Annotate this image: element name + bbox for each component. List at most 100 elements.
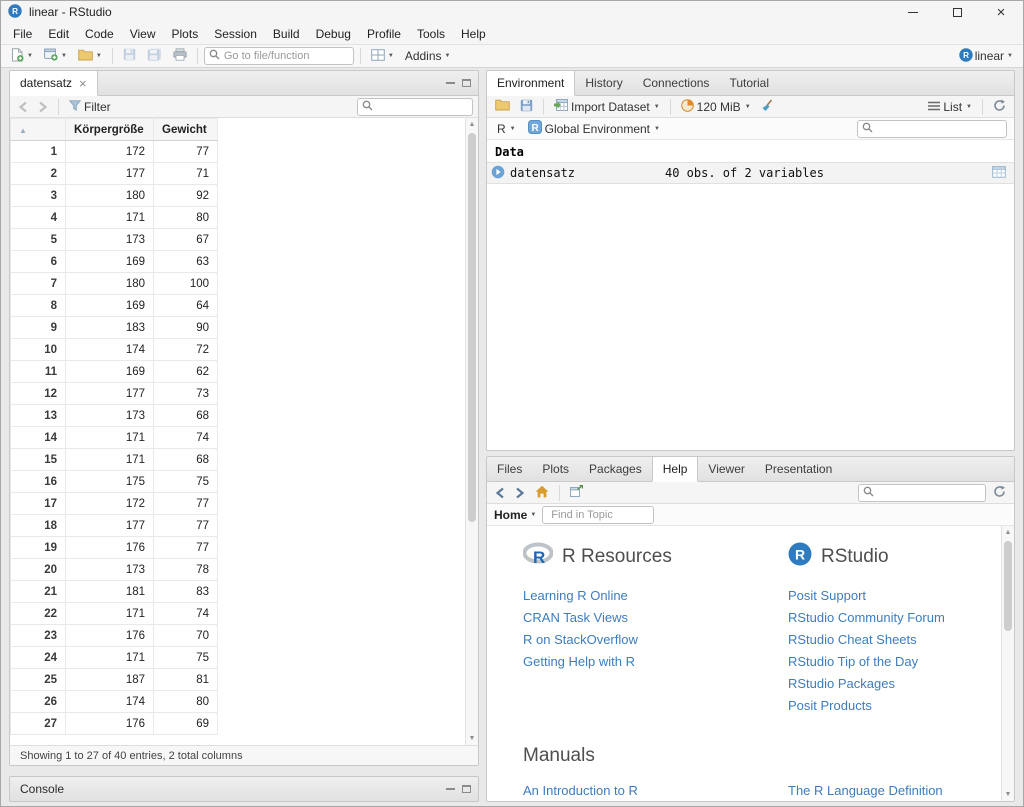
console-header[interactable]: Console — [10, 777, 478, 801]
menu-tools[interactable]: Tools — [409, 25, 453, 43]
new-project-button[interactable]: ▼ — [40, 46, 71, 66]
tab-datensatz[interactable]: datensatz × — [10, 71, 98, 96]
print-button[interactable] — [169, 46, 191, 66]
help-search-input[interactable] — [877, 485, 985, 501]
help-home-selector[interactable]: Home ▼ — [494, 508, 536, 522]
help-link-r-on-stackoverflow[interactable]: R on StackOverflow — [523, 632, 788, 647]
language-selector[interactable]: R ▼ — [494, 121, 519, 137]
help-link-rstudio-cheat-sheets[interactable]: RStudio Cheat Sheets — [788, 632, 984, 647]
help-link-the-r-language-definition[interactable]: The R Language Definition — [788, 783, 984, 798]
project-menu-button[interactable]: R linear ▼ — [955, 46, 1017, 67]
environment-search-input[interactable] — [876, 121, 1006, 137]
menu-edit[interactable]: Edit — [40, 25, 77, 43]
minimize-button[interactable] — [891, 1, 935, 23]
cell-value: 171 — [66, 427, 154, 449]
view-data-icon[interactable] — [992, 166, 1006, 181]
tab-tutorial[interactable]: Tutorial — [719, 71, 779, 95]
scroll-down-icon[interactable]: ▼ — [466, 732, 478, 745]
environment-scope-selector[interactable]: R Global Environment ▼ — [525, 119, 663, 138]
menu-build[interactable]: Build — [265, 25, 308, 43]
expand-object-icon[interactable] — [491, 165, 505, 182]
tab-connections[interactable]: Connections — [633, 71, 720, 95]
refresh-button[interactable] — [990, 484, 1009, 502]
memory-usage-button[interactable]: 120 MiB ▼ — [678, 98, 754, 116]
tab-help[interactable]: Help — [652, 457, 699, 482]
help-link-learning-r-online[interactable]: Learning R Online — [523, 588, 788, 603]
load-workspace-button[interactable] — [492, 98, 513, 115]
find-in-topic-input[interactable] — [547, 507, 653, 523]
save-all-button[interactable] — [143, 46, 166, 66]
maximize-button[interactable] — [935, 1, 979, 23]
cell-value: 80 — [154, 691, 218, 713]
help-link-rstudio-community-forum[interactable]: RStudio Community Forum — [788, 610, 984, 625]
cell-value: 63 — [154, 251, 218, 273]
save-workspace-button[interactable] — [517, 98, 536, 116]
tab-packages[interactable]: Packages — [579, 457, 652, 481]
open-new-window-button[interactable] — [567, 484, 586, 501]
back-button[interactable] — [15, 100, 31, 114]
menu-plots[interactable]: Plots — [164, 25, 207, 43]
tab-presentation[interactable]: Presentation — [755, 457, 842, 481]
tab-history[interactable]: History — [575, 71, 632, 95]
tab-files[interactable]: Files — [487, 457, 532, 481]
list-view-button[interactable]: List ▼ — [925, 99, 975, 115]
minimize-pane-icon[interactable] — [446, 82, 455, 84]
row-number-header[interactable]: ▲ — [11, 119, 66, 141]
addins-button[interactable]: Addins ▼ — [401, 47, 455, 65]
scroll-up-icon[interactable]: ▲ — [466, 118, 478, 131]
pane-layout-button[interactable]: ▼ — [367, 47, 398, 66]
cell-value: 172 — [66, 141, 154, 163]
tab-plots[interactable]: Plots — [532, 457, 579, 481]
open-file-button[interactable]: ▼ — [74, 47, 106, 66]
new-file-button[interactable]: ▼ — [7, 46, 37, 67]
rstudio-links: Posit Support RStudio Community Forum RStu… — [788, 588, 984, 713]
cell-value: 176 — [66, 625, 154, 647]
help-link-cran-task-views[interactable]: CRAN Task Views — [523, 610, 788, 625]
save-button[interactable] — [119, 46, 140, 66]
home-button[interactable] — [532, 484, 552, 502]
clear-objects-button[interactable] — [758, 98, 777, 116]
menu-file[interactable]: File — [5, 25, 40, 43]
refresh-button[interactable] — [990, 98, 1009, 116]
caret-down-icon: ▼ — [61, 53, 67, 59]
help-link-rstudio-tip-of-the-day[interactable]: RStudio Tip of the Day — [788, 654, 984, 669]
minimize-pane-icon[interactable] — [446, 788, 455, 790]
menu-debug[interactable]: Debug — [308, 25, 359, 43]
help-link-getting-help-with-r[interactable]: Getting Help with R — [523, 654, 788, 669]
maximize-pane-icon[interactable] — [462, 785, 471, 793]
table-scrollbar[interactable]: ▲ ▼ — [465, 118, 478, 745]
import-dataset-button[interactable]: Import Dataset ▼ — [551, 98, 663, 115]
table-search-input[interactable] — [376, 99, 472, 115]
help-scrollbar[interactable]: ▲ ▼ — [1001, 526, 1014, 801]
environment-object-row[interactable]: datensatz 40 obs. of 2 variables — [487, 162, 1014, 184]
help-link-rstudio-packages[interactable]: RStudio Packages — [788, 676, 984, 691]
column-header[interactable]: Gewicht — [154, 119, 218, 141]
row-number: 5 — [11, 229, 66, 251]
table-row: 1017472 — [11, 339, 218, 361]
menu-profile[interactable]: Profile — [359, 25, 409, 43]
column-header[interactable]: Körpergröße — [66, 119, 154, 141]
tab-viewer[interactable]: Viewer — [698, 457, 754, 481]
menu-code[interactable]: Code — [77, 25, 122, 43]
scrollbar-thumb[interactable] — [468, 133, 476, 522]
scrollbar-thumb[interactable] — [1004, 541, 1012, 631]
help-link-posit-support[interactable]: Posit Support — [788, 588, 984, 603]
menu-view[interactable]: View — [122, 25, 164, 43]
maximize-pane-icon[interactable] — [462, 79, 471, 87]
scroll-down-icon[interactable]: ▼ — [1002, 788, 1014, 801]
minimize-icon — [908, 12, 918, 13]
tab-environment[interactable]: Environment — [487, 71, 575, 96]
close-button[interactable]: × — [979, 1, 1023, 23]
goto-file-input[interactable] — [223, 48, 353, 64]
scroll-up-icon[interactable]: ▲ — [1002, 526, 1014, 539]
forward-button[interactable] — [35, 100, 51, 114]
help-link-posit-products[interactable]: Posit Products — [788, 698, 984, 713]
close-tab-icon[interactable]: × — [79, 77, 87, 90]
table-row: 1717277 — [11, 493, 218, 515]
back-button[interactable] — [492, 486, 508, 500]
forward-button[interactable] — [512, 486, 528, 500]
menu-session[interactable]: Session — [206, 25, 265, 43]
help-link-an-introduction-to-r[interactable]: An Introduction to R — [523, 783, 788, 798]
filter-button[interactable]: Filter — [66, 99, 114, 115]
menu-help[interactable]: Help — [453, 25, 494, 43]
